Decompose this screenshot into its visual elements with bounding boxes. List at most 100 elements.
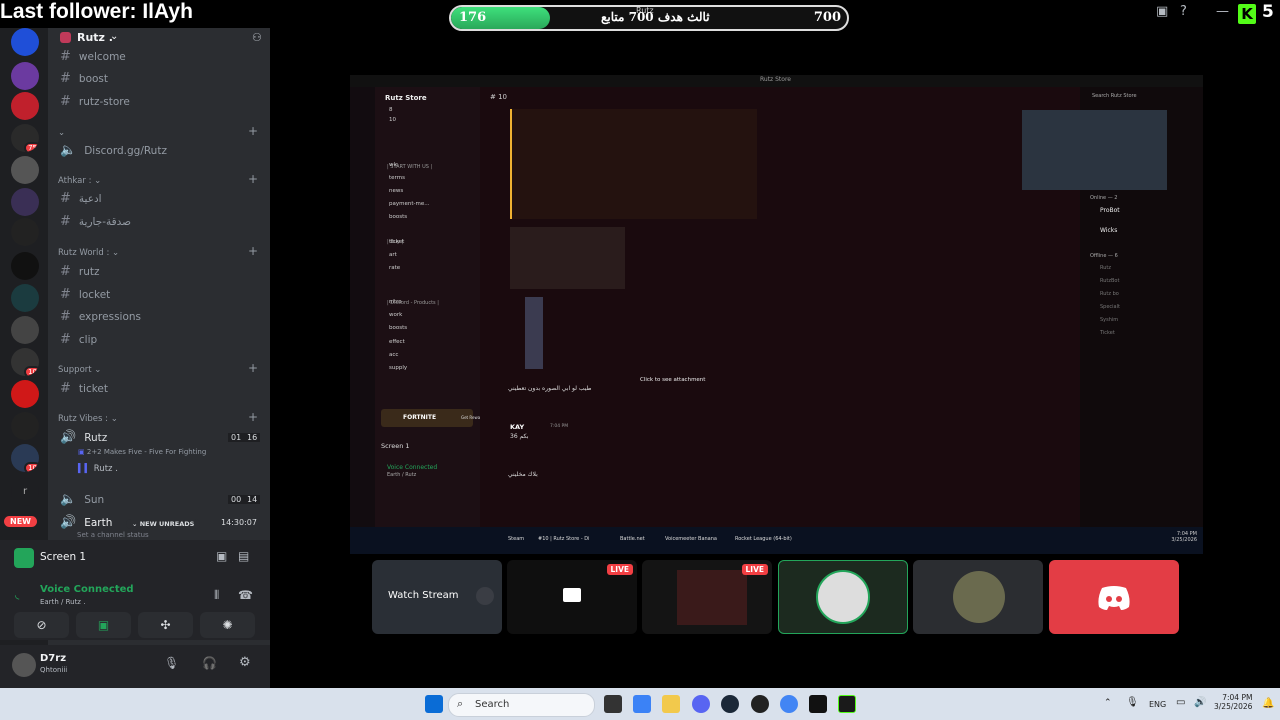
camera-off-button[interactable]: ⊘	[14, 612, 69, 638]
soundboard-button[interactable]: ✺	[200, 612, 255, 638]
offline-member[interactable]: RutzBot	[1100, 278, 1119, 284]
offline-member[interactable]: Specialt	[1100, 304, 1120, 310]
new-unreads-pill[interactable]: ⌄ NEW UNREADS	[126, 519, 201, 529]
server-icon[interactable]: 10	[11, 348, 39, 376]
category-unnamed[interactable]: ⌄	[58, 128, 65, 138]
gear-icon[interactable]: ⚙	[239, 655, 251, 670]
network-icon[interactable]: ▭	[1176, 697, 1185, 708]
tile-watch-stream[interactable]: Watch Stream	[372, 560, 502, 634]
server-icon[interactable]	[11, 284, 39, 312]
server-icon[interactable]: r	[11, 478, 39, 506]
member-probot[interactable]: ProBot	[1100, 207, 1120, 214]
inner-taskbar-item[interactable]: Voicemeeter Banana	[665, 536, 717, 542]
inner-taskbar-item[interactable]: #10 | Rutz Store - Di	[538, 536, 589, 542]
server-icon[interactable]	[11, 188, 39, 216]
server-icon[interactable]	[11, 62, 39, 90]
inner-taskbar-item[interactable]: Steam	[508, 536, 524, 542]
inner-taskbar-item[interactable]: Battle.net	[620, 536, 645, 542]
language-label[interactable]: ENG	[1149, 700, 1166, 709]
server-icon[interactable]	[11, 316, 39, 344]
volume-icon[interactable]: 🔊	[1194, 697, 1206, 708]
inner-channel[interactable]: boosts	[389, 325, 407, 331]
invite-icon[interactable]: ⚇	[252, 31, 262, 44]
inner-channel[interactable]: terms	[389, 175, 405, 181]
offline-member[interactable]: Syshim	[1100, 317, 1118, 323]
channel-expressions[interactable]: # expressions	[60, 309, 141, 329]
widgets-icon[interactable]	[633, 695, 651, 713]
taskbar-search[interactable]: ⌕ Search	[448, 693, 595, 717]
tile-speaking-user[interactable]	[778, 560, 908, 634]
server-icon[interactable]	[11, 92, 39, 120]
msg-click-attachment[interactable]: Click to see attachment	[640, 377, 705, 383]
server-icon[interactable]	[11, 252, 39, 280]
tile-stream-preview[interactable]: LIVE	[642, 560, 772, 634]
obs-icon[interactable]	[751, 695, 769, 713]
server-icon[interactable]: 10	[11, 444, 39, 472]
category-rutz-vibes[interactable]: Rutz Vibes : ⌄	[58, 414, 118, 424]
notification-icon[interactable]: 🔔	[1262, 698, 1274, 709]
microphone-tray-icon[interactable]: 🎙	[1126, 697, 1139, 708]
inner-channel[interactable]: payment-me...	[389, 201, 429, 207]
server-icon[interactable]	[11, 218, 39, 246]
inner-channel[interactable]: acc	[389, 352, 398, 358]
channel-rutz-store[interactable]: # rutz-store	[60, 94, 130, 114]
server-icon[interactable]	[11, 156, 39, 184]
add-channel-icon[interactable]: +	[248, 172, 258, 186]
app-icon[interactable]	[809, 695, 827, 713]
voice-channel-rutz[interactable]: 🔊 Rutz	[60, 430, 107, 450]
task-view-icon[interactable]	[604, 695, 622, 713]
activities-button[interactable]: ✣	[138, 612, 193, 638]
server-icon[interactable]: 75	[11, 124, 39, 152]
add-channel-icon[interactable]: +	[248, 244, 258, 258]
category-rutz-world[interactable]: Rutz World : ⌄	[58, 248, 119, 258]
tile-discord[interactable]	[1049, 560, 1179, 634]
channel-locket[interactable]: # locket	[60, 287, 110, 307]
avatar[interactable]	[12, 653, 36, 677]
member-wicks[interactable]: Wicks	[1100, 227, 1117, 234]
popout-icon[interactable]	[476, 587, 494, 605]
category-athkar[interactable]: Athkar : ⌄	[58, 176, 101, 186]
noise-suppression-icon[interactable]: ⦀	[214, 588, 219, 603]
kick-app-icon[interactable]	[838, 695, 856, 713]
inner-taskbar-item[interactable]: Rocket League (64-bit)	[735, 536, 792, 542]
channel-rutz[interactable]: # rutz	[60, 264, 100, 284]
inner-channel[interactable]: art	[389, 252, 397, 258]
chrome-icon[interactable]	[780, 695, 798, 713]
channel-clip[interactable]: # clip	[60, 332, 97, 352]
inner-channel[interactable]: nitro	[389, 299, 402, 305]
channel-discord-link[interactable]: 🔈 Discord.gg/Rutz	[60, 143, 167, 163]
tile-screen-live[interactable]: LIVE	[507, 560, 637, 634]
discord-taskbar-icon[interactable]	[692, 695, 710, 713]
inner-channel[interactable]: wlc	[389, 162, 398, 168]
inbox-icon[interactable]: ▣	[1156, 4, 1168, 19]
inner-channel[interactable]: ticket	[389, 239, 404, 245]
offline-member[interactable]: Rutz bo	[1100, 291, 1119, 297]
inner-channel[interactable]: effect	[389, 339, 405, 345]
channel-ticket[interactable]: # ticket	[60, 381, 108, 401]
stream-settings-icon[interactable]: ▤	[238, 549, 249, 563]
channel-boost[interactable]: # boost	[60, 71, 108, 91]
add-channel-icon[interactable]: +	[248, 361, 258, 375]
shared-screen[interactable]: Rutz Store Rutz Store | START WITH US | …	[350, 75, 1203, 554]
server-icon[interactable]	[11, 28, 39, 56]
stop-stream-icon[interactable]: ▣	[216, 549, 227, 563]
inner-channel[interactable]: 10	[389, 117, 396, 123]
offline-member[interactable]: Rutz	[1100, 265, 1111, 271]
server-header[interactable]: Rutz . ⌄ ⚇	[56, 30, 264, 48]
inner-channel[interactable]: 8	[389, 107, 393, 113]
add-channel-icon[interactable]: +	[248, 124, 258, 138]
steam-icon[interactable]	[721, 695, 739, 713]
windows-start-icon[interactable]	[425, 695, 443, 713]
headphones-icon[interactable]: 🎧	[202, 656, 217, 670]
tile-user[interactable]	[913, 560, 1043, 634]
voice-channel-sun[interactable]: 🔈 Sun	[60, 492, 104, 512]
minimize-icon[interactable]: —	[1216, 4, 1229, 19]
file-explorer-icon[interactable]	[662, 695, 680, 713]
channel-welcome[interactable]: # welcome	[60, 49, 126, 69]
share-screen-button[interactable]: ▣	[76, 612, 131, 638]
inner-channel[interactable]: rate	[389, 265, 400, 271]
category-support[interactable]: Support ⌄	[58, 365, 101, 375]
channel-status-placeholder[interactable]: Set a channel status	[77, 531, 149, 539]
disconnect-icon[interactable]: ☎	[238, 588, 253, 602]
inner-channel[interactable]: news	[389, 188, 403, 194]
